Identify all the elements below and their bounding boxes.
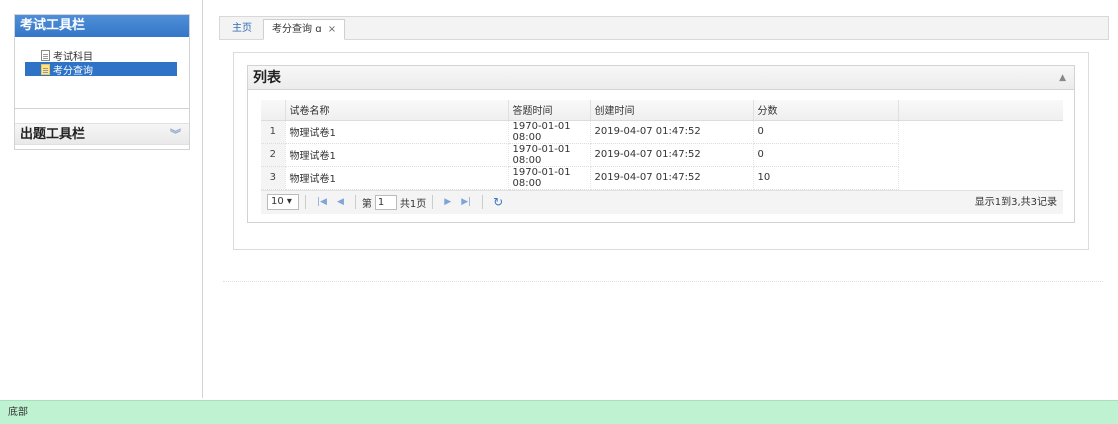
- datagrid: 试卷名称 答题时间 创建时间 分数 1 物理试卷1 1970-01-01 08:…: [261, 100, 1063, 214]
- file-icon: [41, 49, 50, 61]
- page-total: 共1页: [399, 198, 427, 210]
- accordion: 考试工具栏 考试科目 考分查询 出题工具栏 ︾: [14, 14, 190, 150]
- question-toolbar-header[interactable]: 出题工具栏 ︾: [15, 123, 189, 145]
- double-chevron-down-icon[interactable]: ︾: [170, 124, 181, 146]
- tab-bar: 主页 考分查询 ɑ ×: [219, 16, 1109, 40]
- cell-score: 10: [753, 166, 899, 190]
- center-region: 主页 考分查询 ɑ × 列表 ▲ 试卷名称 答题时间 创建时间 分数 1 物理试…: [205, 0, 1118, 398]
- page-size-select[interactable]: 10 ▾: [267, 194, 299, 210]
- refresh-icon[interactable]: ↻: [493, 195, 503, 209]
- tree-item-score-query[interactable]: 考分查询: [25, 62, 177, 77]
- divider: [305, 195, 306, 209]
- column-header[interactable]: 创建时间: [590, 100, 754, 121]
- column-header[interactable]: 试卷名称: [285, 100, 509, 121]
- divider: [354, 195, 356, 209]
- collapse-icon[interactable]: ▲: [1059, 66, 1066, 90]
- cell-filler: [898, 120, 1063, 143]
- cell-score: 0: [753, 120, 899, 144]
- cell-answer-time: 1970-01-01 08:00: [508, 120, 591, 144]
- exam-tree: 考试科目 考分查询: [15, 37, 189, 109]
- divider: [432, 195, 434, 209]
- file-icon: [41, 63, 50, 75]
- divider: [482, 195, 484, 209]
- page-number-input[interactable]: 1: [374, 194, 397, 210]
- content-divider: [223, 281, 1103, 282]
- cell-name: 物理试卷1: [285, 143, 509, 167]
- table-row[interactable]: 1 物理试卷1 1970-01-01 08:00 2019-04-07 01:4…: [261, 120, 1063, 144]
- header-row: 试卷名称 答题时间 创建时间 分数: [261, 100, 1063, 121]
- table-row[interactable]: 2 物理试卷1 1970-01-01 08:00 2019-04-07 01:4…: [261, 143, 1063, 167]
- tab-home[interactable]: 主页: [224, 19, 260, 40]
- pagination-bar: 10 ▾ |◀ ◀ 第 1 共1页 ▶ ▶| ↻ 显示1到3,共3记录: [261, 189, 1063, 214]
- row-number: 1: [261, 120, 286, 144]
- prev-page-icon[interactable]: ◀: [337, 197, 344, 207]
- footer: 底部: [0, 400, 1118, 424]
- exam-toolbar-header[interactable]: 考试工具栏: [15, 15, 189, 37]
- data-table: 试卷名称 答题时间 创建时间 分数 1 物理试卷1 1970-01-01 08:…: [261, 100, 1063, 190]
- column-header[interactable]: 答题时间: [508, 100, 591, 121]
- panel-title: 列表: [253, 70, 281, 86]
- west-region: 考试工具栏 考试科目 考分查询 出题工具栏 ︾: [0, 0, 203, 398]
- cell-filler: [898, 166, 1063, 189]
- tree-item-label: 考分查询: [53, 65, 93, 77]
- filler-header: [898, 100, 1063, 121]
- tab-score-query[interactable]: 考分查询 ɑ ×: [263, 19, 346, 40]
- page-info: 显示1到3,共3记录: [974, 196, 1057, 208]
- last-page-icon[interactable]: ▶|: [461, 197, 471, 207]
- cell-name: 物理试卷1: [285, 166, 509, 190]
- close-icon[interactable]: ×: [328, 24, 336, 35]
- tree-item-label: 考试科目: [53, 51, 93, 63]
- first-page-icon[interactable]: |◀: [317, 197, 327, 207]
- app-root: 考试工具栏 考试科目 考分查询 出题工具栏 ︾ 主页 考分查询 ɑ × 列表 ▲…: [0, 0, 1118, 424]
- cell-answer-time: 1970-01-01 08:00: [508, 143, 591, 167]
- next-page-icon[interactable]: ▶: [444, 197, 451, 207]
- list-panel: 列表 ▲ 试卷名称 答题时间 创建时间 分数 1 物理试卷1 1970-01-0…: [247, 65, 1075, 223]
- cell-created: 2019-04-07 01:47:52: [590, 143, 754, 167]
- tab-label: 考分查询: [272, 24, 312, 35]
- rownum-header: [261, 100, 286, 121]
- row-number: 3: [261, 166, 286, 190]
- cell-filler: [898, 143, 1063, 166]
- panel-header: 列表 ▲: [248, 66, 1074, 90]
- page-prefix: 第: [361, 198, 372, 210]
- cell-answer-time: 1970-01-01 08:00: [508, 166, 591, 190]
- row-number: 2: [261, 143, 286, 167]
- question-toolbar-title: 出题工具栏: [20, 127, 86, 142]
- tab-refresh-icon[interactable]: ɑ: [315, 24, 321, 35]
- cell-score: 0: [753, 143, 899, 167]
- table-row[interactable]: 3 物理试卷1 1970-01-01 08:00 2019-04-07 01:4…: [261, 166, 1063, 190]
- cell-name: 物理试卷1: [285, 120, 509, 144]
- cell-created: 2019-04-07 01:47:52: [590, 120, 754, 144]
- column-header[interactable]: 分数: [753, 100, 899, 121]
- tree-item-exam-subject[interactable]: 考试科目: [25, 48, 177, 63]
- cell-created: 2019-04-07 01:47:52: [590, 166, 754, 190]
- content-container: 列表 ▲ 试卷名称 答题时间 创建时间 分数 1 物理试卷1 1970-01-0…: [233, 52, 1089, 250]
